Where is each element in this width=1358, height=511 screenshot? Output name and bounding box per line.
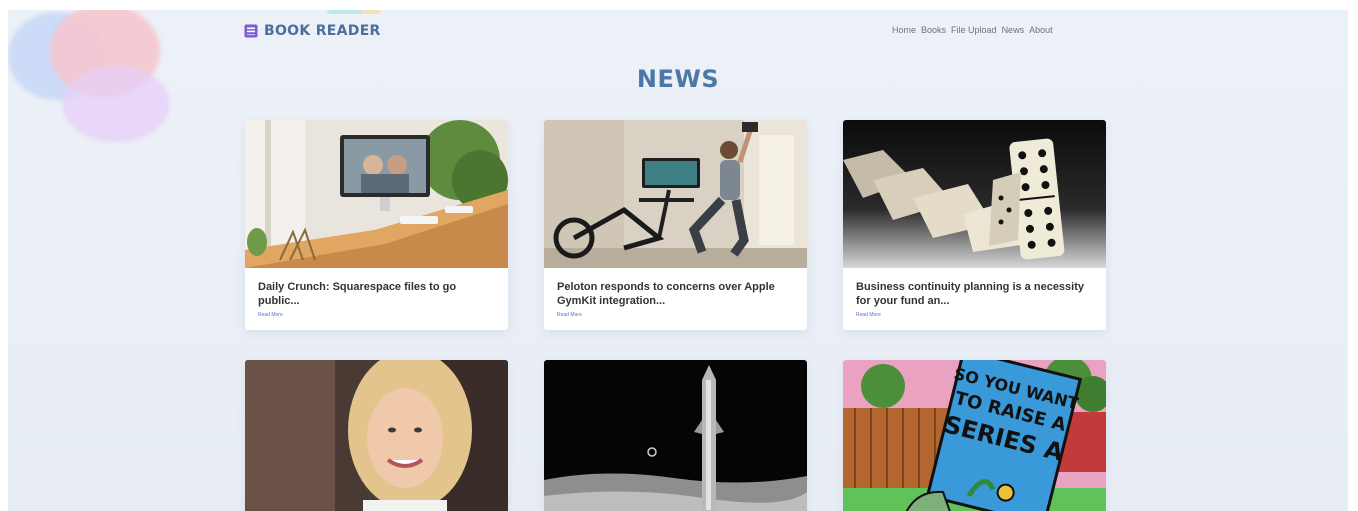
- news-card[interactable]: Business continuity planning is a necess…: [843, 120, 1106, 330]
- woman-portrait-photo: [245, 360, 508, 511]
- nav-file-upload[interactable]: File Upload: [951, 25, 997, 35]
- news-card-title[interactable]: Business continuity planning is a necess…: [856, 280, 1093, 308]
- series-a-book-illustration: SO YOU WANT TO RAISE A SERIES A: [843, 360, 1106, 511]
- page-title: NEWS: [636, 65, 720, 93]
- nav-home[interactable]: Home: [892, 25, 916, 35]
- news-card-title[interactable]: Peloton responds to concerns over Apple …: [557, 280, 794, 308]
- rocket-moon-photo: [544, 360, 807, 511]
- main-nav: Home Books File Upload News About: [892, 25, 1053, 35]
- brand-logo[interactable]: BOOK READER: [244, 23, 381, 39]
- news-card[interactable]: [245, 360, 508, 511]
- news-card[interactable]: SO YOU WANT TO RAISE A SERIES A: [843, 360, 1106, 511]
- page-background: BOOK READER Home Books File Upload News …: [8, 10, 1348, 511]
- nav-about[interactable]: About: [1029, 25, 1053, 35]
- dominoes-photo: [843, 120, 1106, 268]
- brand-name: BOOK READER: [264, 23, 381, 39]
- read-more-link[interactable]: Read More: [856, 312, 1093, 318]
- book-icon: [244, 24, 258, 38]
- read-more-link[interactable]: Read More: [557, 312, 794, 318]
- nav-books[interactable]: Books: [921, 25, 946, 35]
- news-card[interactable]: Peloton responds to concerns over Apple …: [544, 120, 807, 330]
- read-more-link[interactable]: Read More: [258, 312, 495, 318]
- nav-news[interactable]: News: [1002, 25, 1025, 35]
- news-card[interactable]: Daily Crunch: Squarespace files to go pu…: [245, 120, 508, 330]
- decor-blob: [360, 10, 382, 14]
- desk-computer-photo: [245, 120, 508, 268]
- exercise-bike-photo: [544, 120, 807, 268]
- news-card[interactable]: [544, 360, 807, 511]
- news-card-title[interactable]: Daily Crunch: Squarespace files to go pu…: [258, 280, 495, 308]
